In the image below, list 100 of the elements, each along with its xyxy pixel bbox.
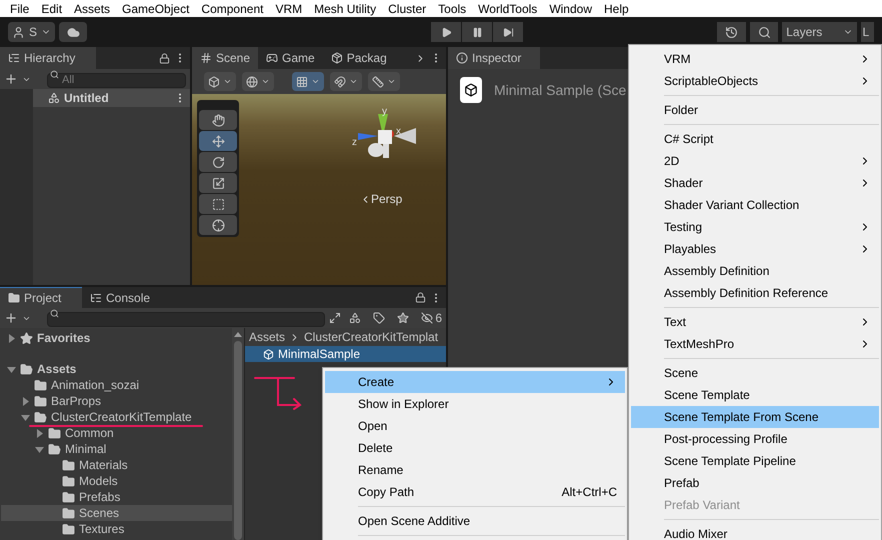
menu-item[interactable]: Scene Template [631,384,879,406]
tree-row[interactable]: Animation_sozai [1,377,232,393]
tool-button[interactable] [199,173,237,193]
menu-item[interactable]: Show in Explorer [325,393,625,415]
hidden-count[interactable]: 6 [435,309,442,327]
panel-tab[interactable]: Game [258,47,323,69]
hierarchy-tab[interactable]: Hierarchy [0,47,96,69]
menu-item[interactable]: Open [325,415,625,437]
menu-bar-item[interactable]: Cluster [388,0,426,18]
tree-row[interactable]: Common [1,425,232,441]
tool-button[interactable] [199,110,237,130]
menu-item[interactable]: Delete [325,437,625,459]
menu-bar-item[interactable]: VRM [275,0,302,18]
search-field[interactable] [47,312,326,327]
star-icon[interactable] [397,312,410,324]
cloud-button[interactable] [59,22,88,42]
menu-item[interactable]: Shader Variant Collection [631,194,879,216]
menu-item[interactable]: Open Scene Additive [325,510,625,532]
menu-item[interactable]: Playables [631,238,879,260]
asset-row[interactable]: MinimalSample [245,346,446,362]
add-icon[interactable] [4,72,18,86]
scene-toolbar-button[interactable] [204,72,236,91]
hidden-icon[interactable] [421,312,434,324]
menu-item[interactable]: Assembly Definition [631,260,879,282]
scene-toolbar-button[interactable] [368,72,400,91]
menu-item[interactable]: VRM [631,48,879,70]
caret-right-icon[interactable] [35,428,44,438]
add-icon[interactable] [4,311,18,325]
tree-row[interactable]: Textures [1,521,232,537]
menu-item[interactable]: Testing [631,216,879,238]
menu-bar-item[interactable]: Tools [438,0,466,18]
menu-item[interactable]: Shader [631,172,879,194]
tree-row[interactable]: ClusterCreatorKitTemplate [1,409,232,425]
tool-button[interactable] [199,215,237,235]
scene-toolbar-button[interactable] [330,72,362,91]
search-field[interactable]: All [47,72,186,88]
menu-bar-item[interactable]: Help [604,0,629,18]
layout-dropdown[interactable]: L [860,22,874,42]
tool-button[interactable] [199,152,237,172]
menu-bar-item[interactable]: Window [549,0,592,18]
account-button[interactable]: S [8,22,56,42]
tree-row[interactable]: Minimal [1,441,232,457]
caret-down-icon[interactable] [7,364,16,374]
lock-icon[interactable] [159,52,170,64]
scene-toolbar-button[interactable] [242,72,274,91]
panel-tab[interactable]: Project [0,287,82,308]
menu-item[interactable]: Copy Path Alt+Ctrl+C [325,481,625,503]
menu-item[interactable]: Rename [325,459,625,481]
menu-item[interactable]: Text [631,311,879,333]
search-button[interactable] [750,22,778,42]
menu-bar-item[interactable]: File [10,0,30,18]
caret-down-icon[interactable] [21,412,30,422]
lock-icon[interactable] [415,292,426,303]
scene-toolbar-button[interactable] [292,72,324,91]
menu-bar-item[interactable]: WorldTools [478,0,538,18]
pause-button[interactable] [462,22,492,42]
inspector-tab[interactable]: Inspector [448,47,540,69]
search-mode-icon[interactable] [329,312,342,324]
menu-item[interactable]: Folder [631,99,879,121]
tree-row[interactable]: Models [1,473,232,489]
menu-item[interactable]: 2D [631,150,879,172]
caret-right-icon[interactable] [21,396,30,406]
history-button[interactable] [717,22,746,42]
menu-bar-item[interactable]: Mesh Utility [314,0,376,18]
tree-row[interactable]: Materials [1,457,232,473]
menu-item[interactable]: Audio Mixer [631,523,879,540]
menu-item[interactable]: ScriptableObjects [631,70,879,92]
menu-bar-item[interactable]: Assets [74,0,110,18]
filter-type-icon[interactable] [349,312,362,324]
menu-item[interactable]: Create [325,371,625,393]
menu-item[interactable]: Scene [631,362,879,384]
scrollbar[interactable] [232,328,244,540]
step-button[interactable] [493,22,524,42]
menu-item[interactable]: Post-processing Profile [631,428,879,450]
tag-icon[interactable] [373,312,386,324]
tool-button[interactable] [199,194,237,214]
menu-item[interactable]: Scene Template Pipeline [631,450,879,472]
tree-row[interactable]: Scenes [1,505,232,521]
play-button[interactable] [431,22,462,42]
tool-button[interactable] [199,131,237,151]
caret-right-icon[interactable] [7,334,16,342]
menu-item[interactable]: C# Script [631,128,879,150]
menu-item[interactable]: Assembly Definition Reference [631,282,879,304]
menu-item[interactable]: Scene Template From Scene [631,406,879,428]
menu-item[interactable]: Prefab [631,472,879,494]
panel-tab[interactable]: Scene [192,47,258,69]
tree-row[interactable]: Assets [1,361,232,377]
menu-item[interactable]: TextMeshPro [631,333,879,355]
breadcrumb-item[interactable]: Assets [249,328,286,346]
caret-down-icon[interactable] [35,444,44,454]
panel-tab[interactable]: Packag [322,47,395,69]
menu-bar-item[interactable]: Edit [41,0,62,18]
tree-row[interactable]: BarProps [1,393,232,409]
layers-dropdown[interactable]: Layers [782,22,857,42]
menu-bar-item[interactable]: GameObject [122,0,190,18]
scene-row[interactable]: Untitled [33,89,190,107]
projection-label[interactable]: Persp [371,190,402,208]
tree-row[interactable]: Prefabs [1,489,232,505]
panel-tab[interactable]: Console [82,287,164,308]
tree-row[interactable]: Favorites [1,330,232,346]
